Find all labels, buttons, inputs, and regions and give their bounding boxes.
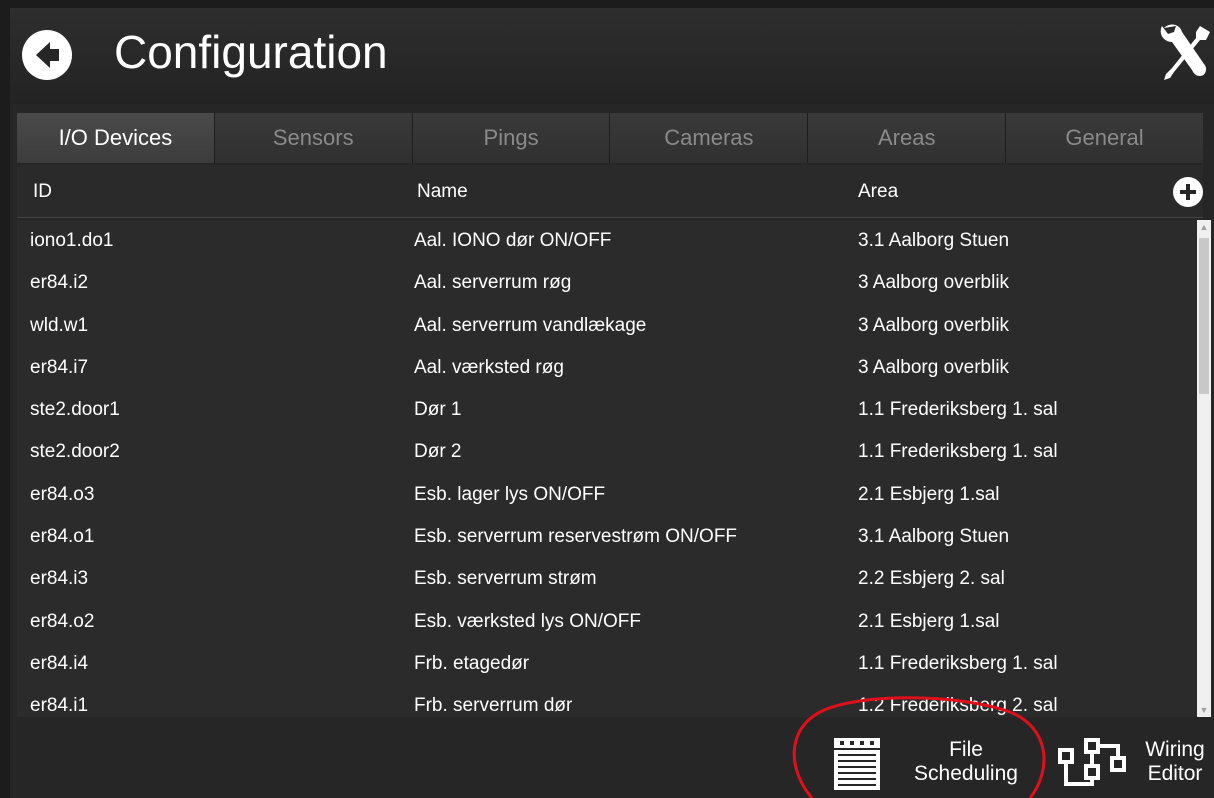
scroll-down-arrow-icon[interactable]: ▼ (1197, 703, 1211, 717)
cell-area: 1.1 Frederiksberg 1. sal (858, 652, 1058, 674)
cell-area: 3.1 Aalborg Stuen (858, 526, 1010, 548)
tools-button[interactable] (1156, 20, 1212, 86)
cell-name: Esb. værksted lys ON/OFF (414, 610, 641, 632)
table-row[interactable]: er84.i4 Frb. etagedør 1.1 Frederiksberg 1.… (17, 643, 1197, 685)
cell-area: 2.1 Esbjerg 1.sal (858, 610, 1000, 632)
cell-id: wld.w1 (30, 314, 89, 336)
cell-area: 1.1 Frederiksberg 1. sal (858, 441, 1058, 463)
cell-name: Aal. serverrum vandlækage (414, 314, 647, 336)
table-row[interactable]: er84.o3 Esb. lager lys ON/OFF 2.1 Esbjerg … (17, 474, 1197, 516)
tab-pings[interactable]: Pings (412, 113, 611, 163)
cell-name: Dør 2 (414, 441, 462, 463)
cell-name: Esb. serverrum strøm (414, 568, 597, 590)
column-header-area[interactable]: Area (858, 181, 898, 203)
cell-id: iono1.do1 (30, 230, 114, 251)
table-row[interactable]: iono1.do1 Aal. IONO dør ON/OFF 3.1 Aalborg… (17, 220, 1197, 262)
page-title: Configuration (114, 26, 388, 78)
table-row[interactable]: er84.o1 Esb. serverrum reservestrøm ON/OF… (17, 516, 1197, 558)
cell-id: er84.i4 (30, 652, 89, 674)
cell-id: er84.o1 (30, 526, 95, 548)
tab-io-devices[interactable]: I/O Devices (17, 113, 215, 163)
cell-name: Aal. IONO dør ON/OFF (414, 230, 612, 251)
cell-id: ste2.door1 (30, 399, 120, 421)
scroll-up-arrow-icon[interactable]: ▲ (1197, 220, 1211, 234)
table-row[interactable]: er84.i3 Esb. serverrum strøm 2.2 Esbjerg 2… (17, 558, 1197, 600)
document-list-icon (834, 738, 880, 790)
tab-areas[interactable]: Areas (808, 113, 1007, 163)
cell-id: er84.i7 (30, 356, 89, 378)
table-row[interactable]: ste2.door1 Dør 1 1.1 Frederiksberg 1. sal (17, 389, 1197, 431)
tab-general[interactable]: General (1006, 113, 1203, 163)
cell-area: 3 Aalborg overblik (858, 272, 1010, 294)
table-row[interactable]: er84.i1 Frb. serverrum dør 1.2 Frederiksbe… (17, 685, 1197, 717)
table-row[interactable]: ste2.door2 Dør 2 1.1 Frederiksberg 1. sal (17, 431, 1197, 473)
cell-area: 3 Aalborg overblik (858, 356, 1010, 378)
table-header: ID Name Area (17, 165, 1203, 218)
tools-icon (1160, 24, 1210, 80)
cell-id: er84.o2 (30, 610, 95, 632)
wiring-diagram-icon (1058, 738, 1126, 786)
cell-id: er84.i2 (30, 272, 89, 294)
cell-id: ste2.door2 (30, 441, 120, 463)
column-header-name[interactable]: Name (417, 181, 468, 203)
app-window: Configuration I/O Devices Sensors Pings … (10, 8, 1214, 798)
wiring-editor-label: Wiring Editor (1145, 738, 1205, 785)
cell-id: er84.i3 (30, 568, 89, 590)
cell-name: Aal. serverrum røg (414, 272, 572, 294)
tab-bar: I/O Devices Sensors Pings Cameras Areas … (17, 113, 1203, 163)
footer-toolbar: File Scheduling Wiring Editor (10, 718, 1214, 798)
back-button[interactable] (22, 30, 72, 80)
plus-icon (1180, 184, 1196, 200)
tab-cameras[interactable]: Cameras (610, 113, 809, 163)
cell-name: Esb. serverrum reservestrøm ON/OFF (414, 526, 738, 548)
file-scheduling-label: File Scheduling (914, 738, 1018, 785)
table-row[interactable]: er84.o2 Esb. værksted lys ON/OFF 2.1 Esbje… (17, 601, 1197, 643)
table-row[interactable]: er84.i7 Aal. værksted røg 3 Aalborg overbl… (17, 347, 1197, 389)
cell-name: Frb. serverrum dør (414, 695, 573, 717)
add-device-button[interactable] (1173, 177, 1203, 207)
file-scheduling-button[interactable]: File Scheduling (832, 732, 1032, 796)
cell-area: 2.2 Esbjerg 2. sal (858, 568, 1005, 590)
cell-id: er84.i1 (30, 695, 89, 717)
table-row[interactable]: wld.w1 Aal. serverrum vandlækage 3 Aalborg… (17, 305, 1197, 347)
cell-area: 1.1 Frederiksberg 1. sal (858, 399, 1058, 421)
table-scrollbar[interactable]: ▲ ▼ (1197, 220, 1211, 717)
scroll-thumb[interactable] (1199, 238, 1209, 394)
cell-name: Frb. etagedør (414, 652, 530, 674)
cell-area: 3 Aalborg overblik (858, 314, 1010, 336)
device-table: iono1.do1 Aal. IONO dør ON/OFF 3.1 Aalborg… (17, 220, 1197, 717)
cell-area: 3.1 Aalborg Stuen (858, 230, 1010, 251)
cell-name: Aal. værksted røg (414, 356, 564, 378)
tab-sensors[interactable]: Sensors (214, 113, 413, 163)
header-bar: Configuration (10, 8, 1214, 104)
cell-name: Dør 1 (414, 399, 462, 421)
cell-id: er84.o3 (30, 483, 95, 505)
back-arrow-icon (36, 42, 59, 68)
table-row[interactable]: er84.i2 Aal. serverrum røg 3 Aalborg overb… (17, 262, 1197, 304)
column-header-id[interactable]: ID (33, 181, 52, 203)
cell-area: 2.1 Esbjerg 1.sal (858, 483, 1000, 505)
cell-name: Esb. lager lys ON/OFF (414, 483, 606, 505)
wiring-editor-button[interactable]: Wiring Editor (1056, 732, 1214, 796)
cell-area: 1.2 Frederiksberg 2. sal (858, 695, 1058, 717)
